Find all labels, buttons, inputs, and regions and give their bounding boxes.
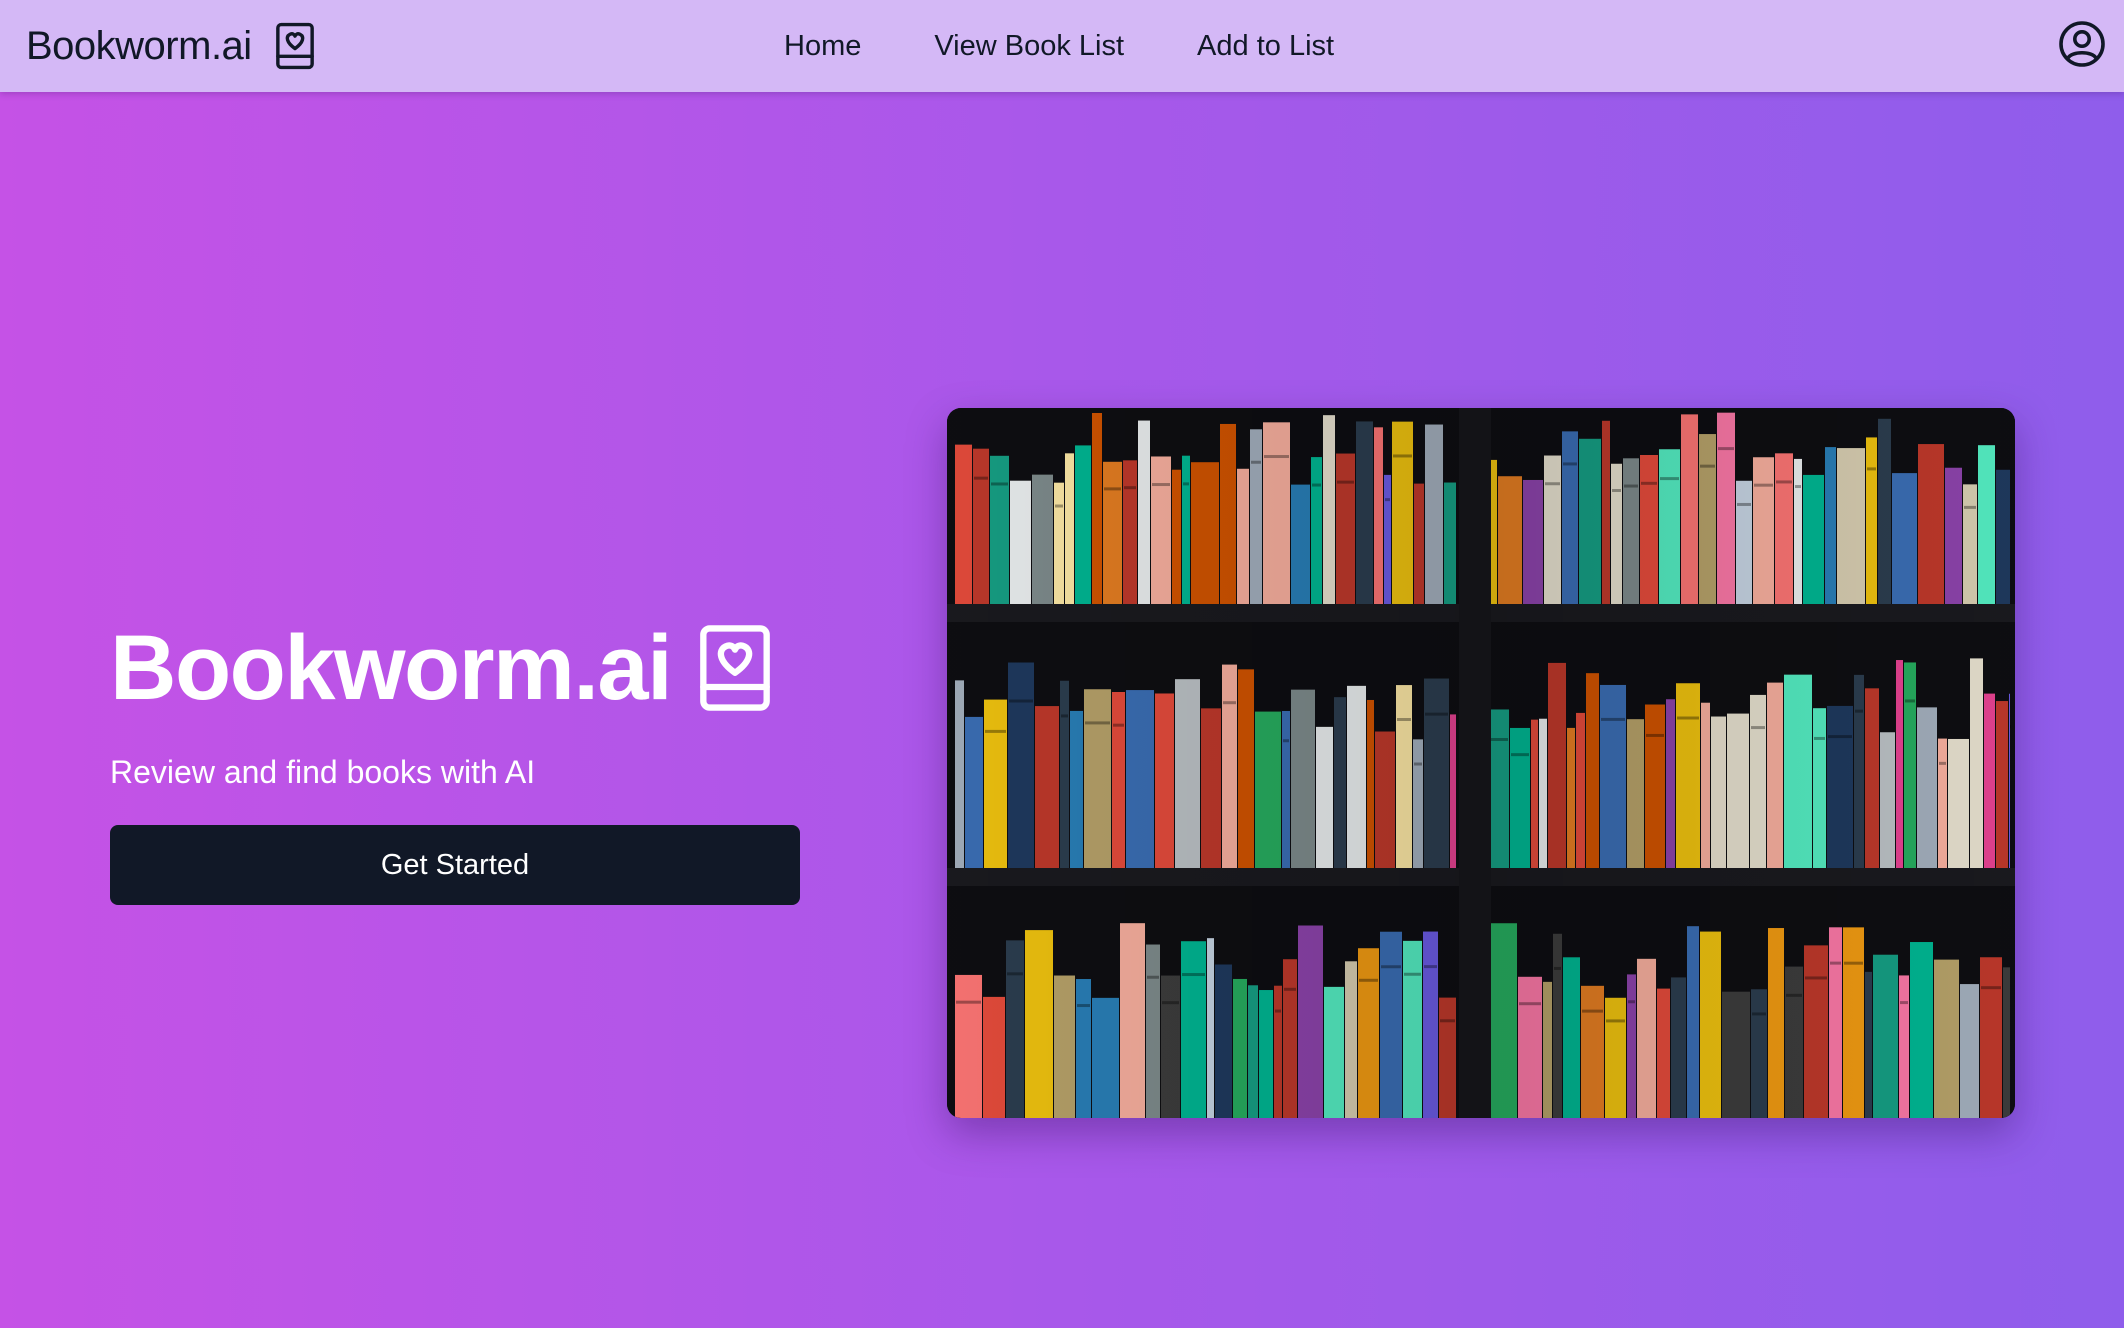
profile-button[interactable]	[2058, 20, 2106, 68]
top-navbar: Bookworm.ai Home View Book List Add to L…	[0, 0, 2124, 92]
hero-section: Bookworm.ai Review and find books with A…	[110, 618, 800, 905]
nav-home-link[interactable]: Home	[784, 30, 861, 63]
book-heart-icon	[275, 22, 314, 70]
nav-add-to-list-link[interactable]: Add to List	[1197, 30, 1334, 63]
user-circle-icon	[2059, 21, 2105, 67]
brand-logo-link[interactable]: Bookworm.ai	[26, 0, 316, 92]
bookshelf-photo	[947, 408, 2015, 1118]
get-started-button[interactable]: Get Started	[110, 825, 800, 905]
hero-subtitle: Review and find books with AI	[110, 754, 536, 790]
bookshelf-illustration	[947, 408, 2015, 1118]
main-nav: Home View Book List Add to List	[784, 0, 1334, 92]
book-heart-icon	[700, 625, 770, 711]
hero-title-row: Bookworm.ai	[110, 618, 800, 718]
brand-name: Bookworm.ai	[26, 23, 252, 68]
nav-view-book-list-link[interactable]: View Book List	[934, 30, 1124, 63]
hero-title: Bookworm.ai	[110, 617, 673, 719]
